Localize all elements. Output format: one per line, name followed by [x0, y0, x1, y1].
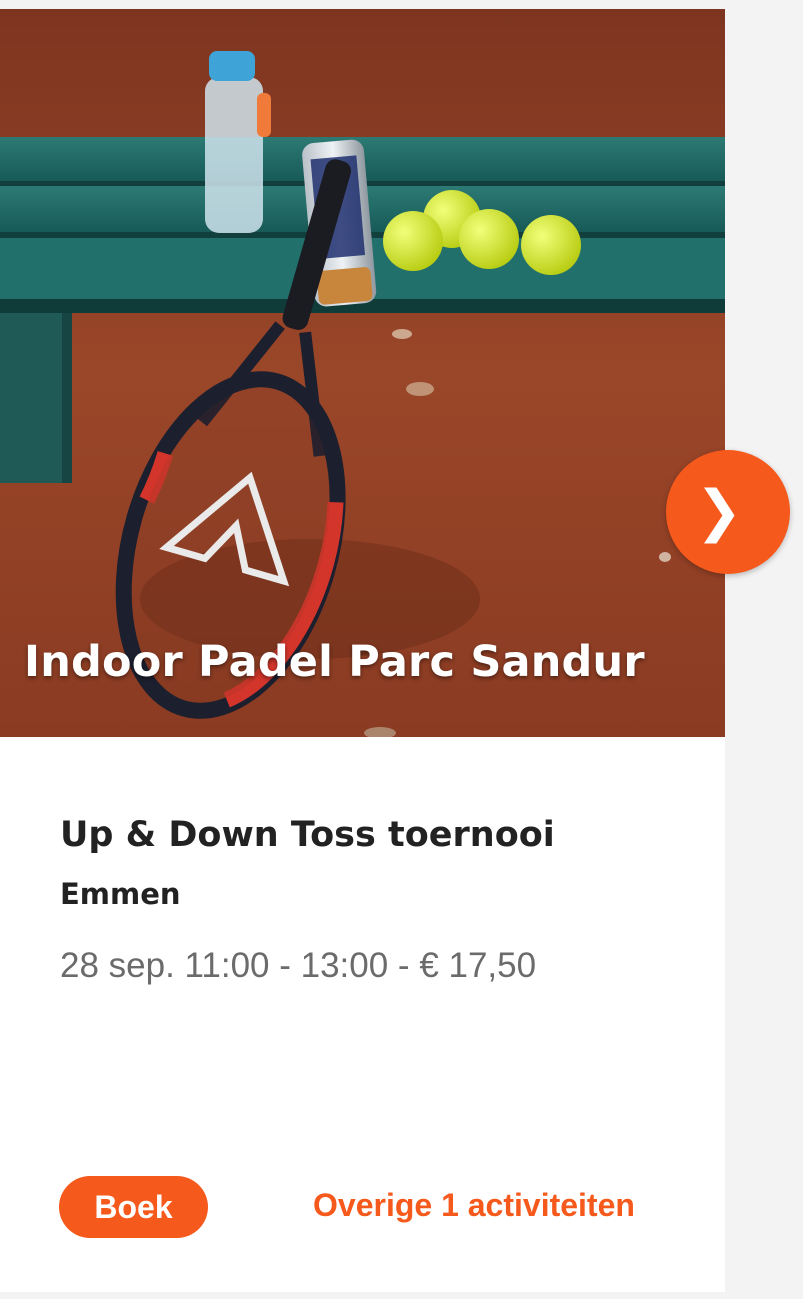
carousel-next-button[interactable]: ❯ [666, 450, 790, 574]
other-activities-link[interactable]: Overige 1 activiteiten [313, 1187, 635, 1224]
event-date-time-price: 28 sep. 11:00 - 13:00 - € 17,50 [60, 946, 537, 985]
hero-image[interactable]: Indoor Padel Parc Sandur [0, 9, 725, 737]
activity-card: Indoor Padel Parc Sandur Up & Down Toss … [0, 9, 725, 1292]
location-title: Indoor Padel Parc Sandur [24, 637, 645, 687]
book-button[interactable]: Boek [59, 1176, 208, 1238]
hero-photo [0, 9, 725, 737]
chevron-right-icon: ❯ [695, 479, 743, 544]
event-city: Emmen [60, 877, 181, 911]
event-title[interactable]: Up & Down Toss toernooi [60, 815, 555, 855]
